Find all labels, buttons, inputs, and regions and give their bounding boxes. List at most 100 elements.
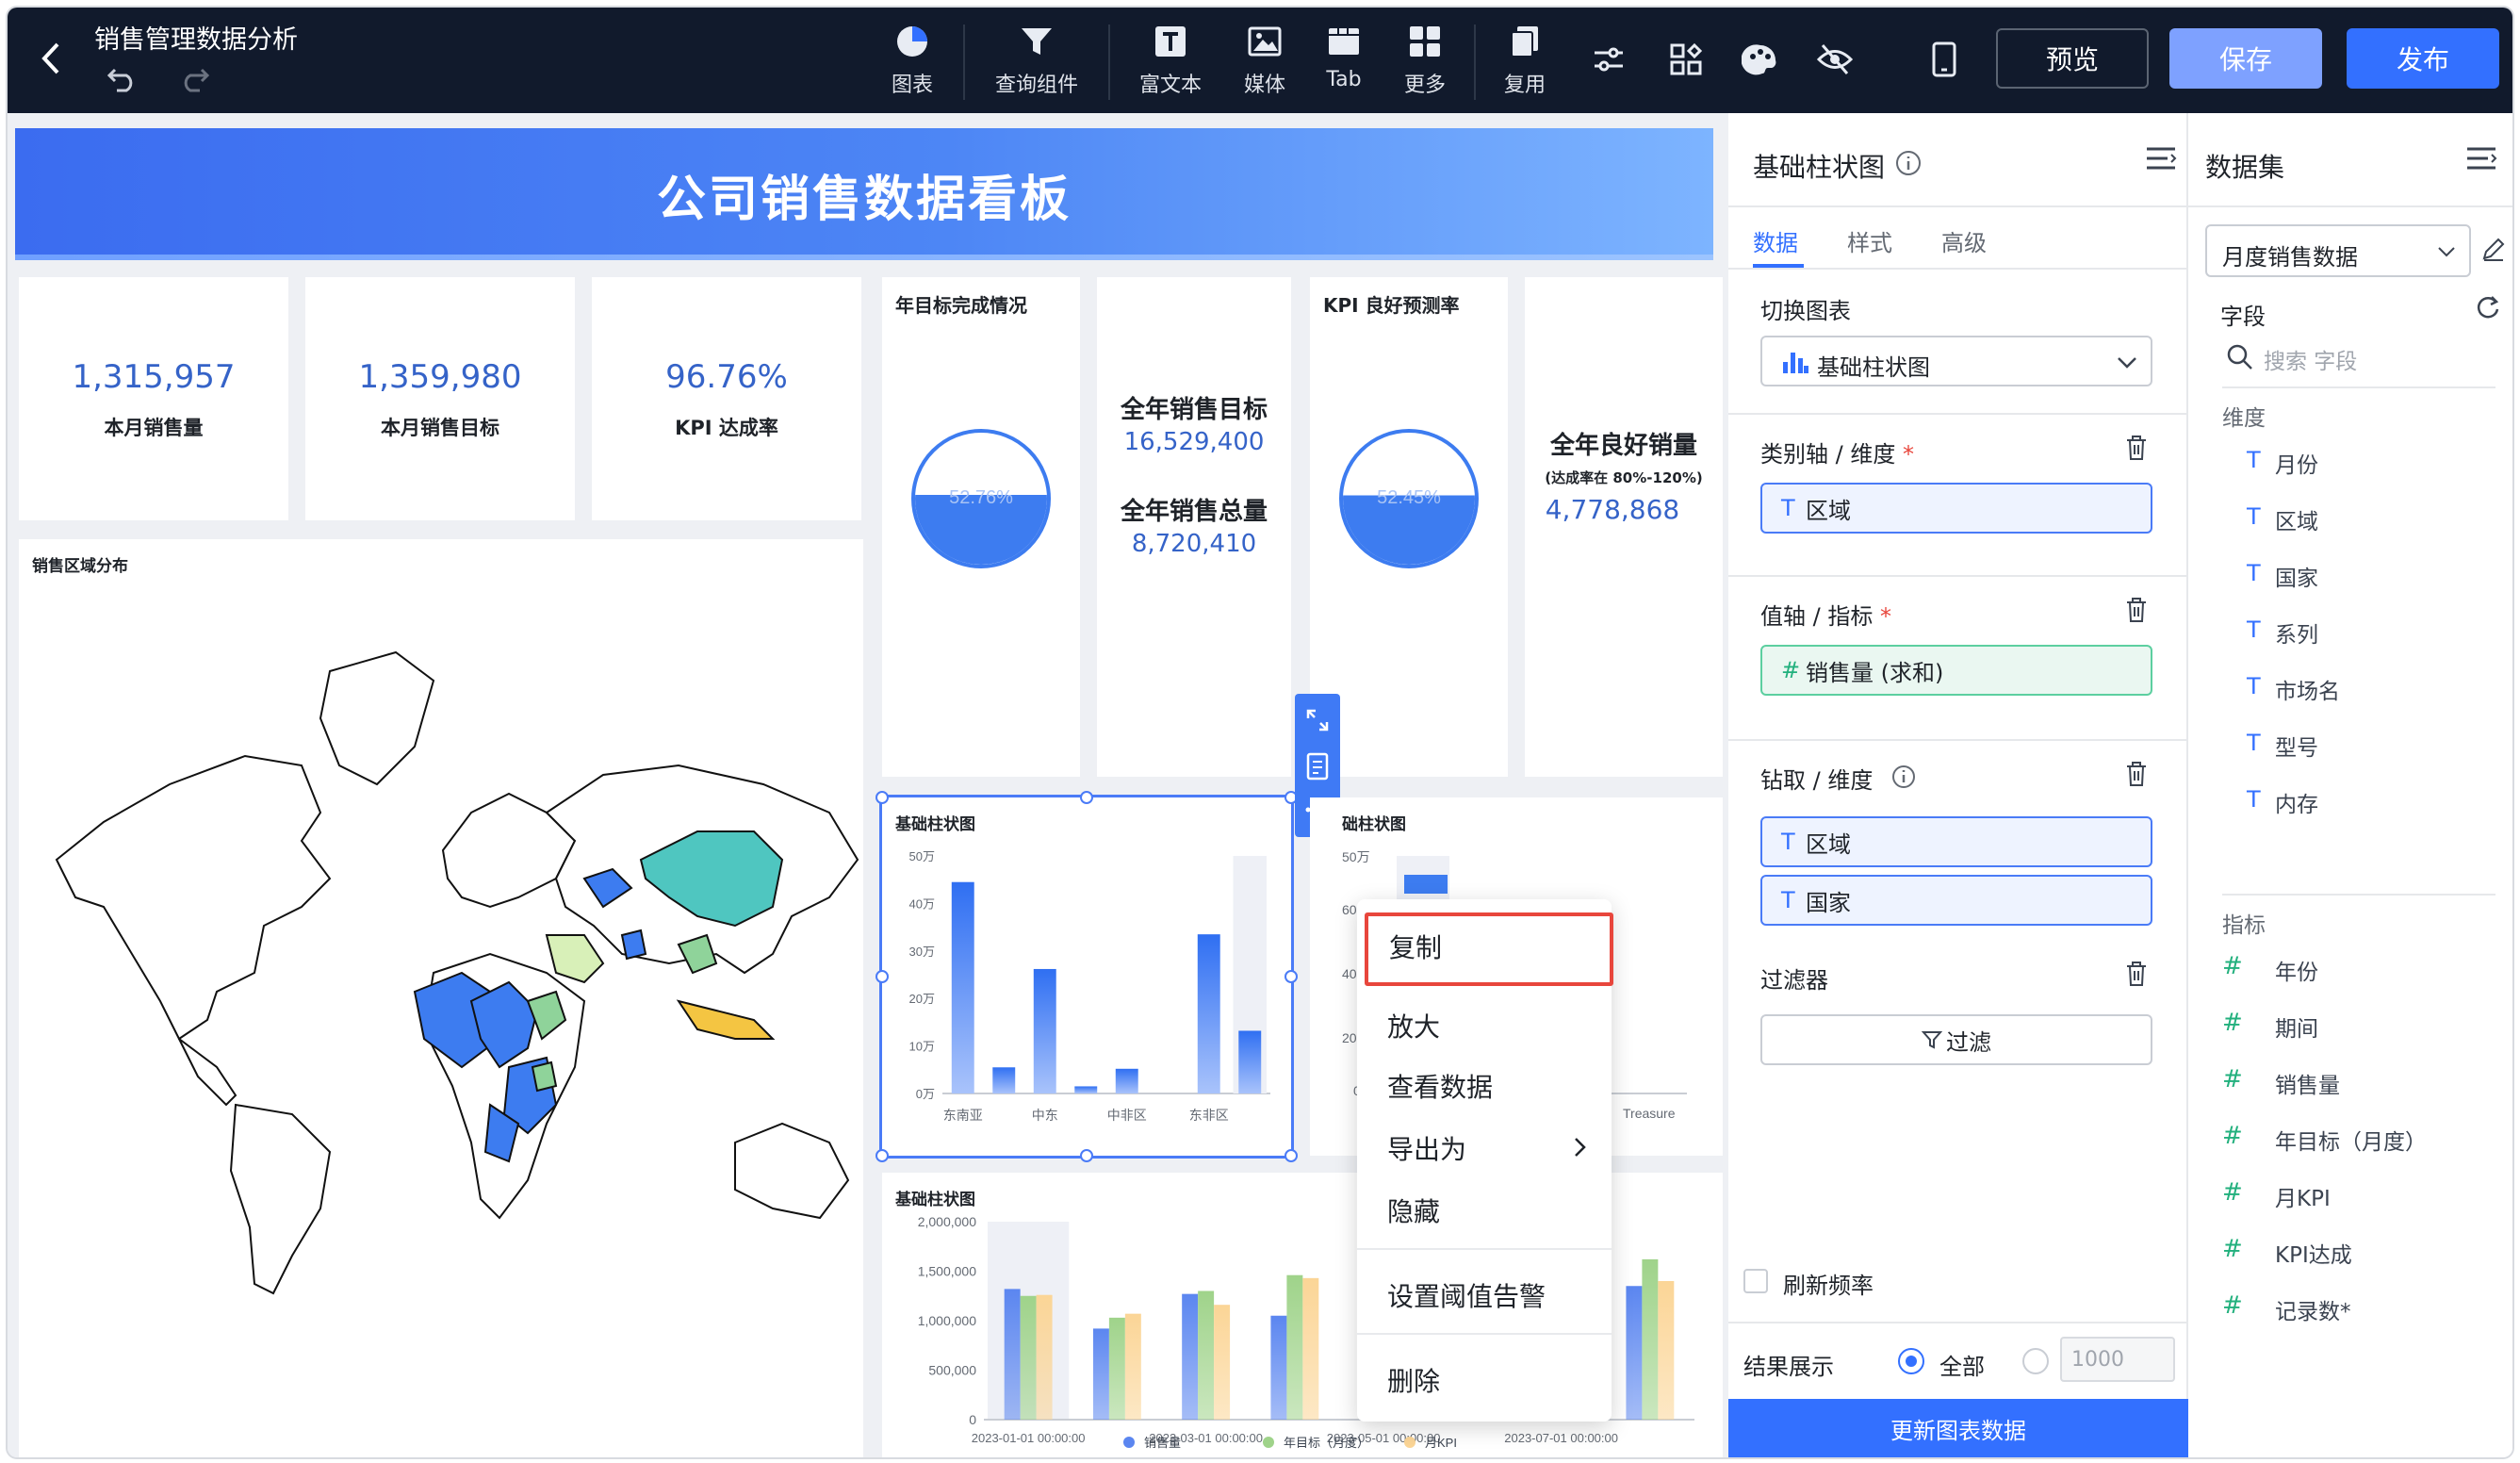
top-toolbar: 销售管理数据分析 图表 查询组件 富文本 媒体 Tab 更多 复用 预览 保存 … <box>8 8 2512 113</box>
trash-icon[interactable] <box>2124 760 2149 788</box>
trash-icon[interactable] <box>2124 596 2149 624</box>
kpi-card-month-sales[interactable]: 1,315,957 本月销售量 <box>19 277 288 520</box>
result-limit-input[interactable]: 1000 <box>2060 1337 2175 1382</box>
back-button[interactable] <box>28 36 74 81</box>
divider <box>1728 413 2188 415</box>
settings-sliders-icon[interactable] <box>1591 41 1627 81</box>
bar-chart-icon <box>1783 353 1808 373</box>
menu-item-copy[interactable]: 复制 <box>1389 928 1442 965</box>
chart-config-panel: 基础柱状图 数据 样式 高级 切换图表 基础柱状图 类别轴 / 维度 * T 区域… <box>1728 113 2188 1457</box>
y-tick-label: 20万 <box>909 992 935 1006</box>
switch-chart-label: 切换图表 <box>1760 298 1851 324</box>
undo-icon[interactable] <box>106 64 139 96</box>
y-tick-label: 40 <box>1342 966 1357 981</box>
save-button[interactable]: 保存 <box>2169 28 2322 89</box>
refresh-icon[interactable] <box>2475 294 2501 321</box>
annual-completion-card[interactable]: 年目标完成情况 52.76% <box>882 277 1080 777</box>
resize-handle[interactable] <box>1285 1149 1298 1162</box>
tool-chart[interactable]: 图表 <box>865 23 959 98</box>
target-value: 16,529,400 <box>1123 428 1265 456</box>
menu-item-delete[interactable]: 删除 <box>1387 1361 1440 1399</box>
layout-icon[interactable] <box>1668 41 1704 81</box>
annual-target-card[interactable]: 全年销售目标 16,529,400 全年销售总量 8,720,410 <box>1097 277 1291 777</box>
value-field-pill[interactable]: # 销售量 (求和) <box>1760 645 2152 696</box>
tab-advanced[interactable]: 高级 <box>1941 224 1987 257</box>
chart-type-select[interactable]: 基础柱状图 <box>1760 336 2152 386</box>
filter-button[interactable]: 过滤 <box>1760 1014 2152 1065</box>
filter-button-label: 过滤 <box>1946 1028 1991 1056</box>
info-icon[interactable] <box>1890 764 1917 790</box>
collapse-panel-icon[interactable] <box>2465 145 2497 173</box>
dataset-select[interactable]: 月度销售数据 <box>2205 224 2471 277</box>
resize-handle[interactable] <box>1080 791 1093 804</box>
trash-icon[interactable] <box>2124 960 2149 988</box>
info-icon[interactable] <box>1894 149 1923 177</box>
menu-item-export[interactable]: 导出为 <box>1387 1129 1466 1167</box>
field-name: 年份 <box>2275 961 2318 985</box>
filter-icon <box>1922 1031 1942 1049</box>
menu-item-hide[interactable]: 隐藏 <box>1387 1192 1440 1229</box>
legend-marker <box>1123 1437 1135 1448</box>
field-search-input[interactable]: 搜索 字段 <box>2264 343 2357 375</box>
tool-richtext[interactable]: 富文本 <box>1123 23 1218 98</box>
tool-tab[interactable]: Tab <box>1297 23 1391 91</box>
chart-bar <box>1036 1294 1053 1420</box>
dashboard-banner[interactable]: 公司销售数据看板 <box>15 128 1713 260</box>
x-tick-label: 2023-01-01 00:00:00 <box>972 1431 1086 1445</box>
annual-good-card[interactable]: 全年良好销量 (达成率在 80%-120%) 4,778,868 <box>1525 277 1723 777</box>
preview-button[interactable]: 预览 <box>1996 28 2149 89</box>
chart-bar <box>1182 1293 1199 1420</box>
refresh-checkbox[interactable] <box>1743 1269 1768 1293</box>
menu-item-view-data[interactable]: 查看数据 <box>1387 1067 1493 1105</box>
chart-bar <box>1302 1277 1319 1420</box>
y-tick-label: 1,000,000 <box>918 1313 976 1328</box>
publish-button[interactable]: 发布 <box>2347 28 2499 89</box>
menu-item-zoom[interactable]: 放大 <box>1387 1007 1440 1044</box>
divider <box>2222 386 2495 388</box>
chart-bar <box>1626 1286 1643 1420</box>
theme-palette-icon[interactable] <box>1741 41 1781 81</box>
drill-field-pill[interactable]: T 国家 <box>1760 875 2152 926</box>
kpi-card-kpi-rate[interactable]: 96.76% KPI 达成率 <box>592 277 861 520</box>
tab-style[interactable]: 样式 <box>1847 224 1892 257</box>
category-field-pill[interactable]: T 区域 <box>1760 483 2152 534</box>
x-tick-label: 东非区 <box>1189 1108 1229 1123</box>
resize-handle[interactable] <box>1285 970 1298 983</box>
field-name: 国家 <box>1806 889 1851 916</box>
copy-icon <box>1511 26 1538 58</box>
kpi-card-month-target[interactable]: 1,359,980 本月销售目标 <box>305 277 575 520</box>
redo-icon[interactable] <box>177 64 211 96</box>
dashboard-canvas[interactable]: 公司销售数据看板 1,315,957 本月销售量 1,359,980 本月销售目… <box>8 113 1728 1457</box>
collapse-panel-icon[interactable] <box>2145 145 2177 173</box>
resize-handle[interactable] <box>875 1149 889 1162</box>
expand-icon[interactable] <box>1304 707 1331 733</box>
result-limit-radio[interactable] <box>2022 1348 2049 1374</box>
result-all-radio[interactable] <box>1898 1348 1924 1374</box>
number-type-icon: # <box>1781 657 1801 683</box>
chart-bar <box>1658 1281 1675 1420</box>
menu-item-threshold-alert[interactable]: 设置阈值告警 <box>1387 1276 1546 1314</box>
tool-query[interactable]: 查询组件 <box>990 23 1084 98</box>
tab-data[interactable]: 数据 <box>1753 224 1798 257</box>
x-tick-label: 中东 <box>1032 1108 1058 1123</box>
chart-type-value: 基础柱状图 <box>1817 354 1930 381</box>
y-tick-label: 500,000 <box>928 1363 976 1378</box>
sales-region-map-card[interactable]: 销售区域分布 <box>19 539 863 1457</box>
edit-icon[interactable] <box>2480 236 2507 262</box>
divider <box>963 25 965 100</box>
update-chart-button[interactable]: 更新图表数据 <box>1728 1399 2188 1457</box>
document-icon[interactable] <box>1306 752 1329 781</box>
tool-reuse[interactable]: 复用 <box>1478 23 1572 98</box>
resize-handle[interactable] <box>875 970 889 983</box>
resize-handle[interactable] <box>1080 1149 1093 1162</box>
tab-icon <box>1329 28 1359 55</box>
tool-more[interactable]: 更多 <box>1378 23 1472 98</box>
hide-eye-icon[interactable] <box>1815 41 1855 81</box>
bar-chart-region-card[interactable]: 基础柱状图 0万 10万 20万 30万 40万 50万 东南亚 中东 中非区 东非区 <box>879 795 1294 1159</box>
resize-handle[interactable] <box>875 791 889 804</box>
number-type-icon: # <box>2222 1178 2243 1207</box>
mobile-device-icon[interactable] <box>1930 41 1958 81</box>
dimension-section-label: 维度 <box>2222 406 2266 431</box>
drill-field-pill[interactable]: T 区域 <box>1760 816 2152 867</box>
trash-icon[interactable] <box>2124 434 2149 462</box>
